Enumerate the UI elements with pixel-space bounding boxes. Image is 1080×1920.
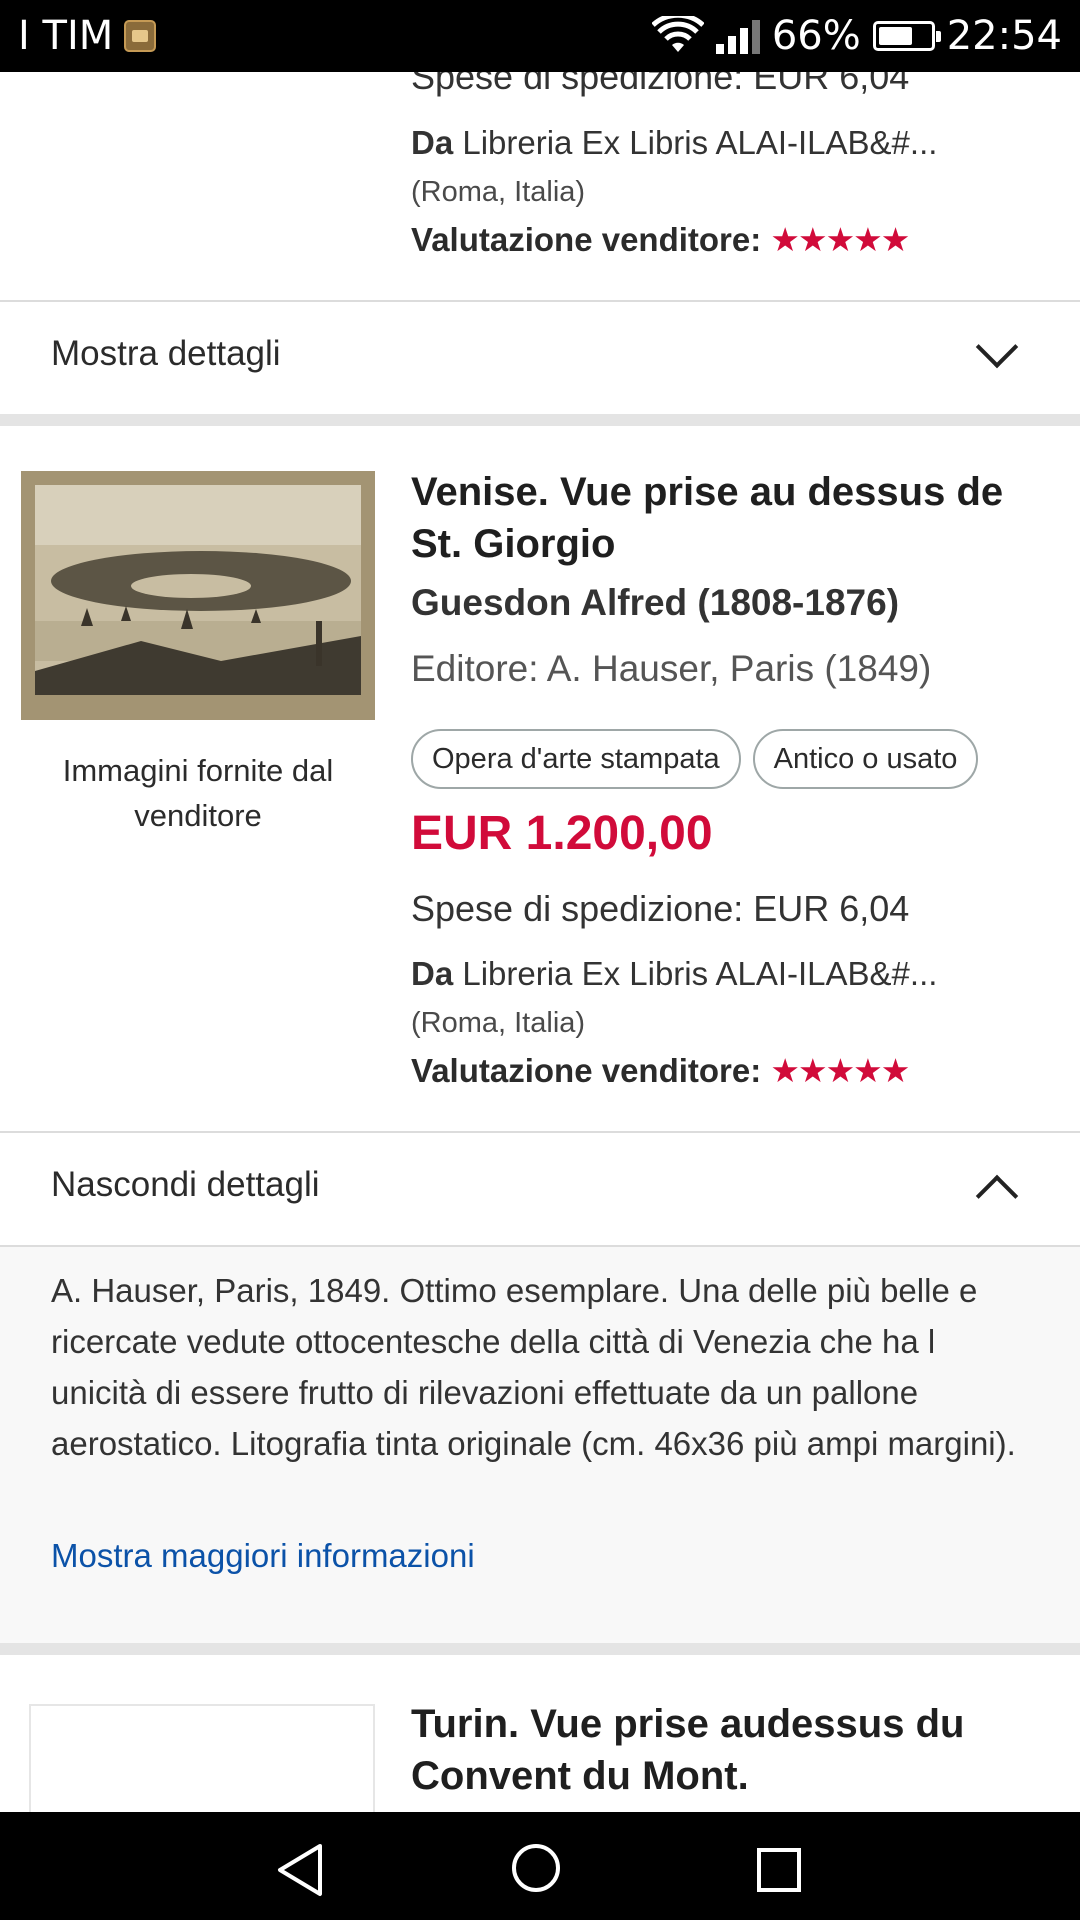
rating-label: Valutazione venditore:: [411, 1052, 762, 1089]
more-info-link[interactable]: Mostra maggiori informazioni: [51, 1537, 475, 1575]
listing-separator: [0, 414, 1080, 426]
listing-badges: Opera d'arte stampata Antico o usato: [411, 729, 979, 789]
listing-description: A. Hauser, Paris, 1849. Ottimo esemplare…: [51, 1272, 1016, 1462]
seller-prefix: Da: [411, 955, 454, 992]
listing-image[interactable]: [21, 471, 375, 720]
prev-details-toggle-label: Mostra dettagli: [51, 334, 281, 373]
battery-percent: 66%: [771, 13, 861, 59]
prev-details-toggle[interactable]: Mostra dettagli: [0, 300, 1080, 414]
signal-strength-icon: [715, 18, 760, 54]
badge-antique-used: Antico o usato: [752, 729, 979, 789]
prev-seller-location: (Roma, Italia): [411, 176, 586, 208]
listing-price: EUR 1.200,00: [411, 807, 713, 860]
badge-printed-artwork: Opera d'arte stampata: [411, 729, 741, 789]
next-listing-image[interactable]: [29, 1704, 375, 1812]
next-listing-title[interactable]: Turin. Vue prise audessus du Convent du …: [411, 1698, 1031, 1802]
prev-rating-label: Valutazione venditore:: [411, 221, 762, 258]
home-icon[interactable]: [512, 1844, 560, 1892]
prev-seller-line[interactable]: Da Libreria Ex Libris ALAI-ILAB&#...: [411, 124, 937, 162]
battery-icon: [872, 21, 941, 51]
recent-apps-icon[interactable]: [757, 1848, 801, 1892]
prev-listing-seller-block: Spese di spedizione: EUR 6,04 Da Libreri…: [0, 72, 1080, 300]
rating-stars-icon: ★★★★★: [770, 1052, 910, 1089]
status-bar: I TIM 66% 22:54: [0, 0, 1080, 72]
seller-location: (Roma, Italia): [411, 1007, 586, 1039]
seller-name[interactable]: Libreria Ex Libris ALAI-ILAB&#...: [462, 955, 937, 992]
prev-seller-rating: Valutazione venditore: ★★★★★: [411, 220, 910, 259]
gallery-notification-icon: [124, 20, 156, 52]
results-list: Spese di spedizione: EUR 6,04 Da Libreri…: [0, 72, 1080, 1812]
seller-rating: Valutazione venditore: ★★★★★: [411, 1051, 910, 1090]
back-icon[interactable]: [274, 1842, 326, 1903]
carrier-name: I TIM: [18, 13, 114, 59]
system-navigation-bar: [0, 1812, 1080, 1920]
battery-level-fill: [878, 27, 912, 45]
details-toggle-label: Nascondi dettagli: [51, 1165, 320, 1204]
listing-shipping-cost: Spese di spedizione: EUR 6,04: [411, 888, 910, 929]
chevron-up-icon: [975, 1174, 1019, 1218]
prev-shipping-cost: Spese di spedizione: EUR 6,04: [411, 72, 910, 97]
prev-rating-stars-icon: ★★★★★: [770, 221, 910, 258]
listing-separator: [0, 1643, 1080, 1655]
image-caption: Immagini fornite dal venditore: [62, 753, 334, 833]
details-toggle[interactable]: Nascondi dettagli: [0, 1131, 1080, 1245]
details-panel: A. Hauser, Paris, 1849. Ottimo esemplare…: [0, 1245, 1080, 1643]
seller-line[interactable]: Da Libreria Ex Libris ALAI-ILAB&#...: [411, 955, 937, 993]
listing-author: Guesdon Alfred (1808-1876): [411, 582, 900, 623]
wifi-icon: [651, 12, 705, 56]
listing-publisher: Editore: A. Hauser, Paris (1849): [411, 648, 932, 689]
chevron-down-icon: [975, 325, 1019, 369]
prev-seller-name[interactable]: Libreria Ex Libris ALAI-ILAB&#...: [462, 124, 937, 161]
listing-title[interactable]: Venise. Vue prise au dessus de St. Giorg…: [411, 466, 1031, 570]
clock: 22:54: [946, 13, 1062, 59]
prev-seller-prefix: Da: [411, 124, 454, 161]
